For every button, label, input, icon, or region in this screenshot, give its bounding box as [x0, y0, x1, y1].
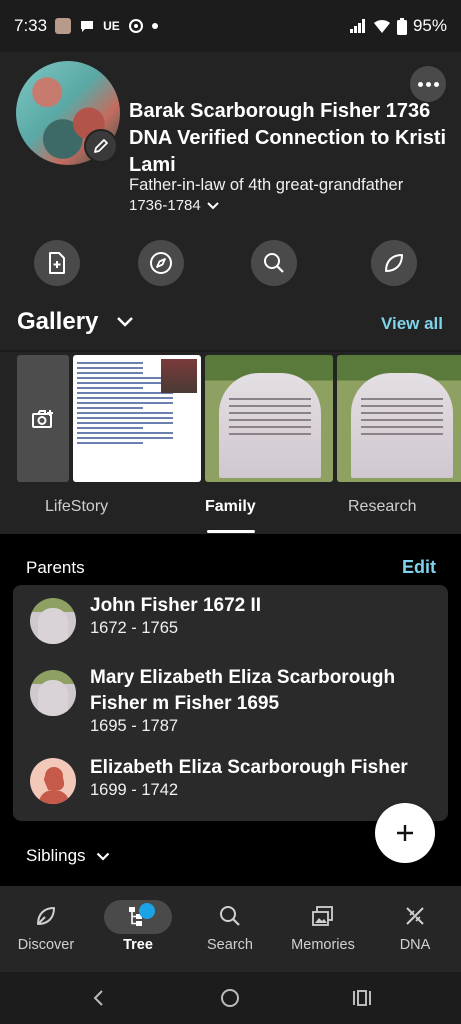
- add-document-icon: [49, 252, 65, 274]
- battery-icon: [396, 17, 407, 35]
- tab-family[interactable]: Family: [205, 498, 256, 516]
- parents-heading: Parents: [26, 558, 85, 577]
- notification-dot-icon: [151, 23, 158, 29]
- lifespan-text: 1736-1784: [129, 197, 201, 214]
- plus-icon: [397, 825, 413, 841]
- status-bar: 7:33 UE 95%: [0, 0, 461, 52]
- nav-label: Tree: [123, 937, 153, 953]
- nav-search[interactable]: Search: [184, 886, 276, 972]
- lifespan-toggle[interactable]: 1736-1784: [129, 197, 219, 214]
- add-family-member-button[interactable]: [375, 803, 435, 863]
- parent-dates: 1695 - 1787: [90, 717, 179, 735]
- nav-label: Discover: [17, 937, 75, 953]
- gallery-header: Gallery View all: [0, 298, 461, 350]
- nav-discover[interactable]: Discover: [0, 886, 92, 972]
- headstone-image: [219, 373, 321, 478]
- gallery-chevron-down-icon[interactable]: [116, 316, 134, 327]
- parent-dates: 1672 - 1765: [90, 619, 179, 637]
- signal-icon: [349, 19, 365, 33]
- relationship-text: Father-in-law of 4th great-grandfather: [129, 176, 404, 194]
- compass-icon: [150, 252, 172, 274]
- leaf-icon: [385, 254, 403, 272]
- gallery-thumbnail-document[interactable]: [73, 355, 201, 482]
- gallery-strip: [0, 352, 461, 486]
- nav-label: Search: [207, 937, 253, 953]
- parent-row[interactable]: John Fisher 1672 II 1672 - 1765: [13, 585, 448, 653]
- photo-notification-icon: [55, 18, 72, 34]
- system-back-button[interactable]: [86, 986, 110, 1010]
- search-icon: [264, 253, 284, 273]
- parents-card: John Fisher 1672 II 1672 - 1765 Mary Eli…: [13, 585, 448, 821]
- person-name: Barak Scarborough Fisher 1736 DNA Verifi…: [129, 100, 447, 176]
- siblings-toggle[interactable]: Siblings: [26, 846, 110, 866]
- dna-icon: [406, 907, 424, 925]
- view-all-link[interactable]: View all: [381, 314, 443, 334]
- back-chevron-icon: [93, 990, 103, 1006]
- add-photo-icon: [32, 409, 53, 428]
- chevron-down-icon: [96, 852, 109, 861]
- system-navigation-bar: [0, 972, 461, 1024]
- parent-dates: 1699 - 1742: [90, 781, 179, 799]
- nav-tree[interactable]: Tree: [92, 886, 184, 972]
- parent-avatar: [30, 670, 76, 716]
- quick-actions: [0, 240, 461, 288]
- recents-icon: [353, 990, 371, 1006]
- parent-avatar: [30, 598, 76, 644]
- parent-name: John Fisher 1672 II: [90, 595, 262, 616]
- parent-row[interactable]: Elizabeth Eliza Scarborough Fisher 1699 …: [13, 745, 448, 821]
- system-home-button[interactable]: [218, 986, 242, 1010]
- active-tab-indicator: [207, 530, 255, 533]
- profile-tabs: LifeStory Family Research: [0, 486, 461, 534]
- explore-button[interactable]: [138, 240, 184, 286]
- threads-icon: [128, 19, 143, 33]
- wifi-icon: [373, 19, 390, 33]
- parent-row[interactable]: Mary Elizabeth Eliza Scarborough Fisher …: [13, 653, 448, 745]
- notification-badge: [139, 903, 155, 919]
- edit-parents-link[interactable]: Edit: [402, 557, 436, 578]
- add-record-button[interactable]: [34, 240, 80, 286]
- status-time: 7:33: [14, 16, 48, 35]
- siblings-heading: Siblings: [26, 846, 86, 865]
- more-options-button[interactable]: [410, 66, 446, 102]
- nav-dna[interactable]: DNA: [369, 886, 461, 972]
- gallery-title: Gallery: [17, 308, 99, 335]
- tab-research[interactable]: Research: [348, 498, 416, 516]
- parent-name: Mary Elizabeth Eliza Scarborough Fisher …: [90, 667, 396, 714]
- bottom-navigation: Discover Tree Search Memories DNA: [0, 886, 461, 972]
- carrier-tag: UE: [103, 19, 120, 33]
- tab-lifestory[interactable]: LifeStory: [45, 498, 108, 516]
- system-recents-button[interactable]: [350, 986, 374, 1010]
- battery-percent: 95%: [412, 16, 447, 35]
- female-silhouette-icon: [38, 767, 70, 804]
- search-icon: [220, 906, 240, 926]
- headstone-image: [351, 373, 453, 478]
- add-photo-button[interactable]: [17, 355, 69, 482]
- photos-icon: [312, 906, 333, 926]
- nav-memories[interactable]: Memories: [277, 886, 369, 972]
- document-photo-image: [161, 359, 197, 393]
- edit-photo-button[interactable]: [84, 129, 118, 163]
- nav-label: Memories: [291, 937, 355, 953]
- chevron-down-icon: [207, 201, 219, 209]
- parent-avatar-silhouette: [30, 758, 76, 804]
- pencil-icon: [94, 139, 108, 153]
- gallery-thumbnail-headstone[interactable]: [337, 355, 461, 482]
- home-circle-icon: [221, 989, 239, 1007]
- leaf-icon: [37, 907, 55, 925]
- search-records-button[interactable]: [251, 240, 297, 286]
- chat-notification-icon: [81, 21, 94, 32]
- nav-label: DNA: [399, 937, 431, 953]
- hints-button[interactable]: [371, 240, 417, 286]
- more-dots-icon: [417, 81, 423, 87]
- gallery-thumbnail-headstone[interactable]: [205, 355, 333, 482]
- parent-name: Elizabeth Eliza Scarborough Fisher: [90, 757, 408, 778]
- profile-header: Barak Scarborough Fisher 1736 DNA Verifi…: [0, 52, 461, 298]
